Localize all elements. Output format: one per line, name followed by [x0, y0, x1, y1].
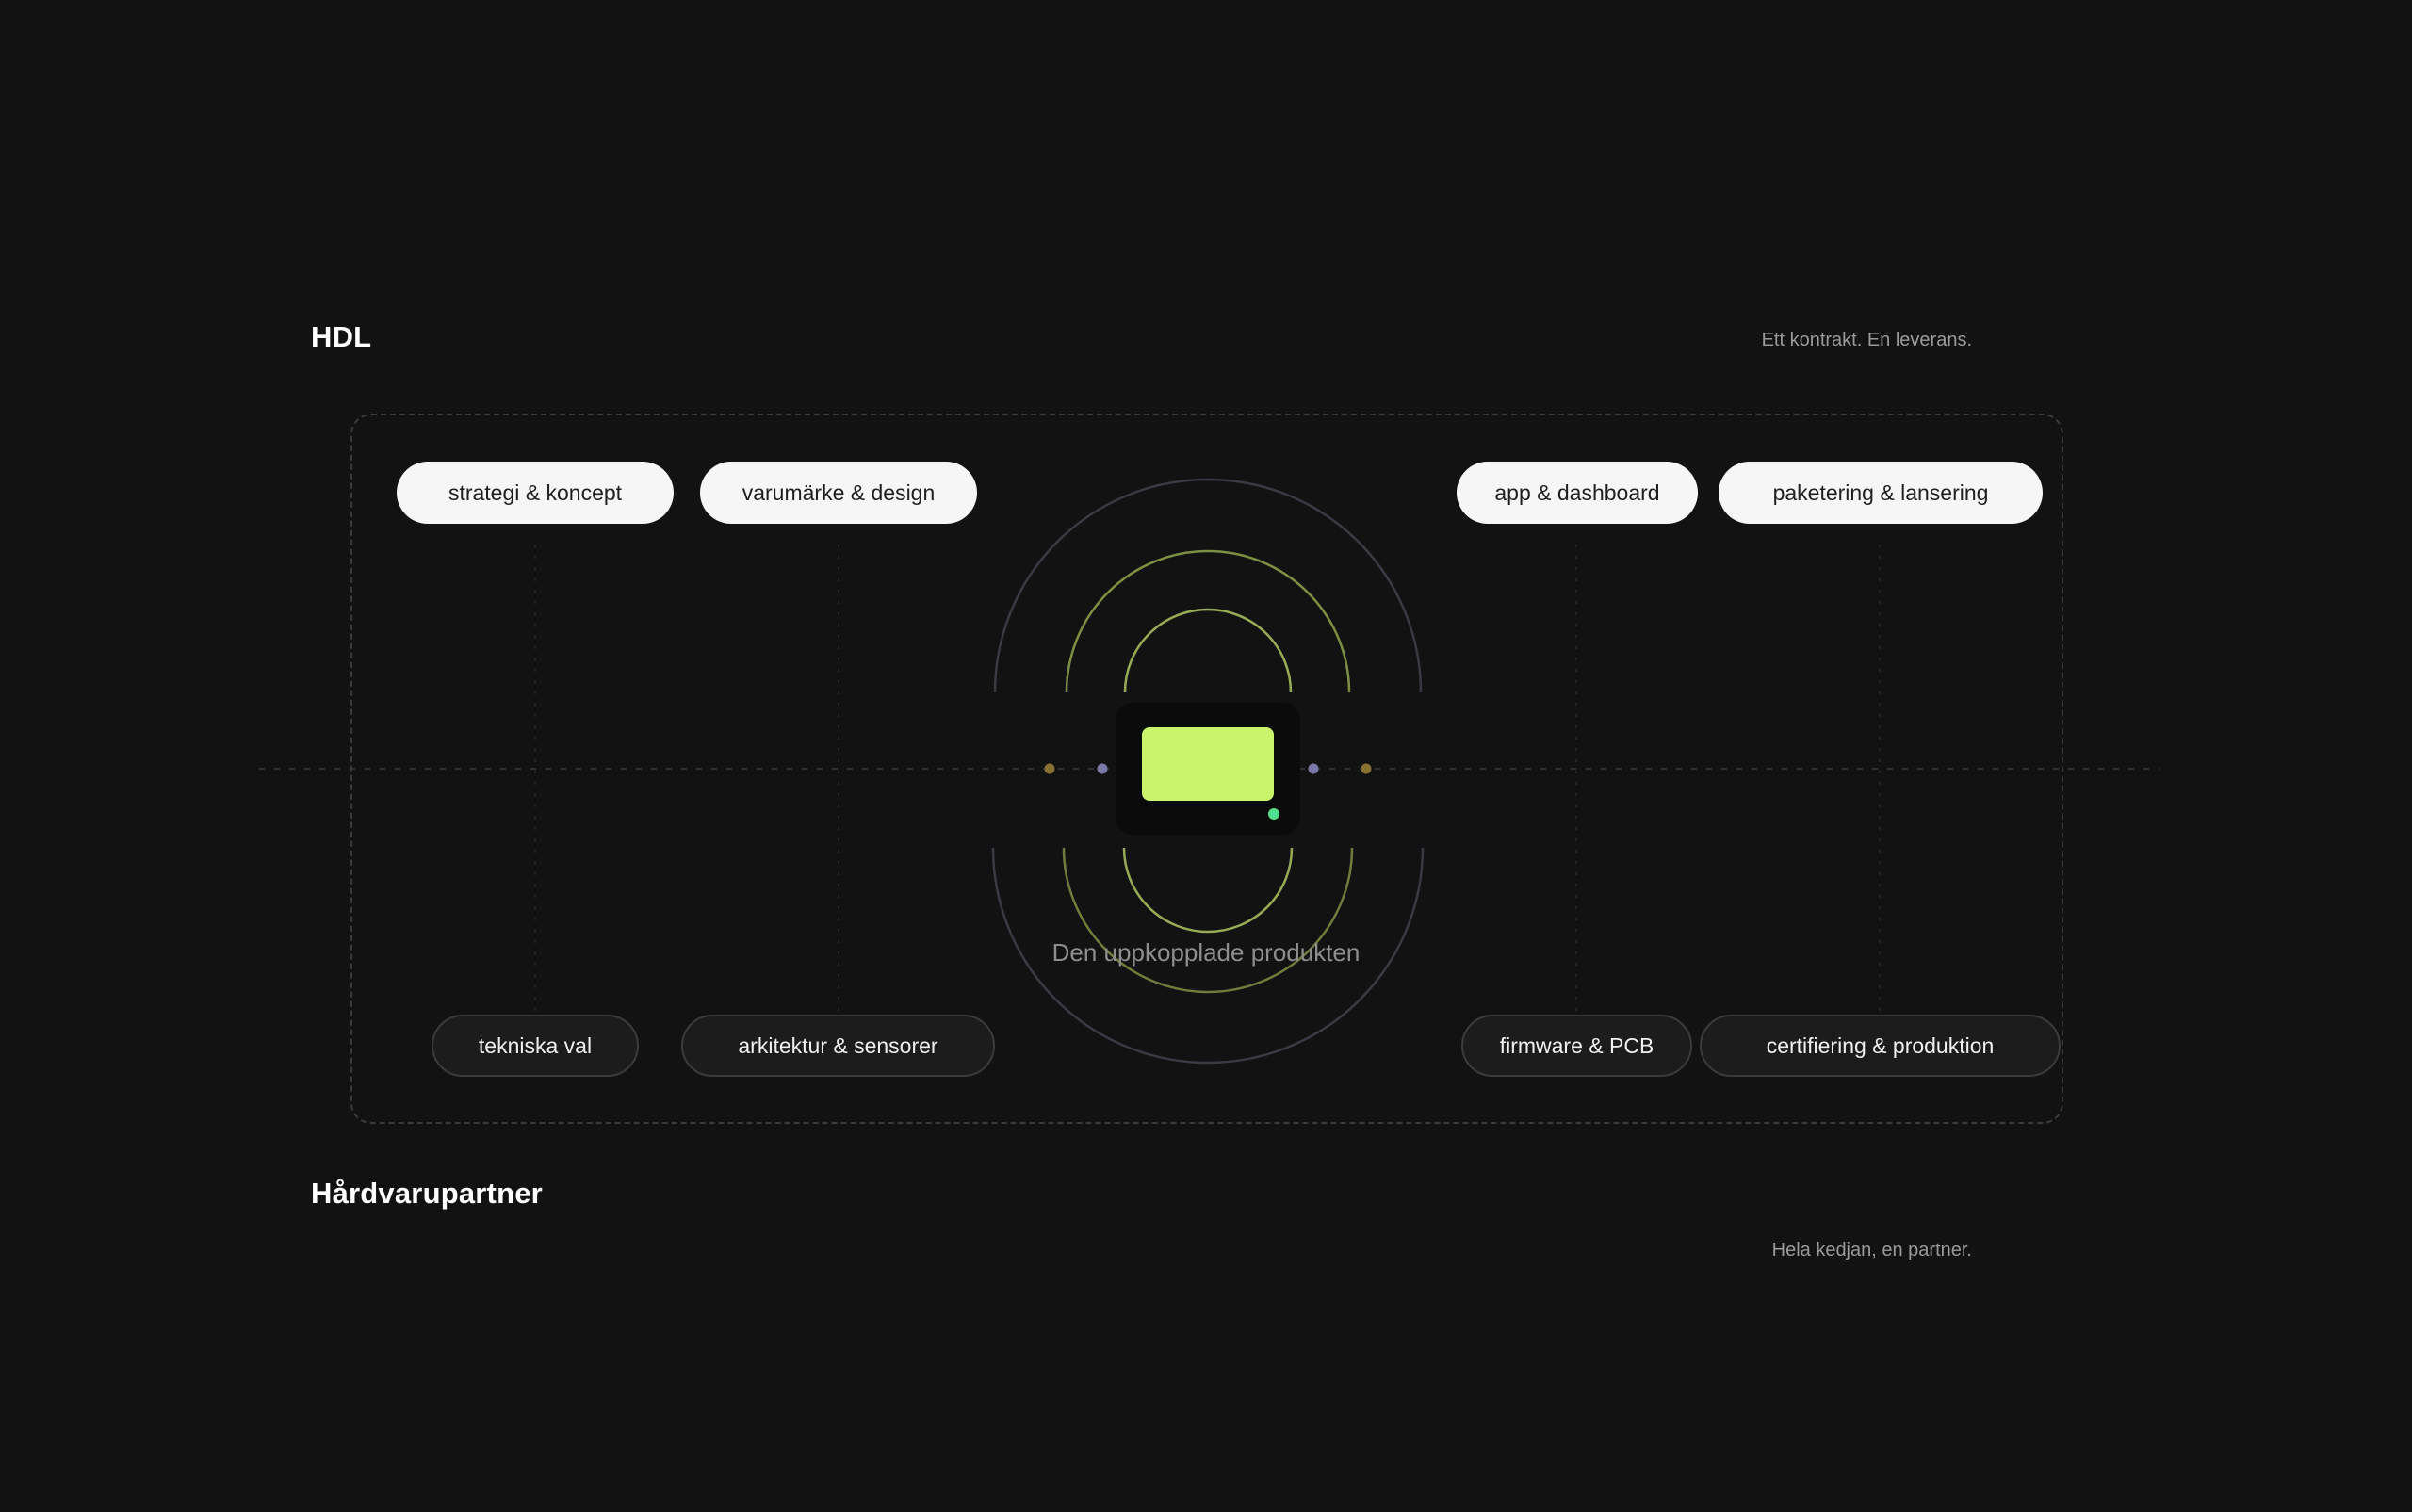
device-screen-icon: [1142, 727, 1274, 801]
pill-strategi[interactable]: strategi & koncept: [397, 462, 674, 524]
middle-ring-bottom: [1062, 847, 1354, 994]
pill-paketering[interactable]: paketering & lansering: [1719, 462, 2043, 524]
pill-app[interactable]: app & dashboard: [1457, 462, 1698, 524]
pill-firmware[interactable]: firmware & PCB: [1461, 1015, 1692, 1077]
outer-ring-top: [993, 478, 1423, 693]
signal-dot-right-outer: [1361, 763, 1372, 774]
inner-ring-bottom: [1122, 847, 1294, 934]
middle-ring-top: [1065, 549, 1351, 693]
connected-product-diagram: [259, 478, 2159, 1065]
center-caption: Den uppkopplade produkten: [1051, 938, 1361, 967]
signal-dot-left-outer: [1044, 763, 1055, 774]
signal-dot-right-inner: [1308, 763, 1319, 774]
pill-tekniska[interactable]: tekniska val: [432, 1015, 639, 1077]
pill-certifiering[interactable]: certifiering & produktion: [1700, 1015, 2061, 1077]
pill-arkitektur[interactable]: arkitektur & sensorer: [681, 1015, 995, 1077]
pill-varumarke[interactable]: varumärke & design: [700, 462, 977, 524]
footer-tagline: Hela kedjan, en partner.: [1771, 1240, 1972, 1260]
status-dot-icon: [1268, 808, 1279, 820]
footer-title: Hårdvarupartner: [311, 1177, 543, 1210]
inner-ring-top: [1123, 608, 1293, 693]
signal-dot-left-inner: [1097, 763, 1108, 774]
